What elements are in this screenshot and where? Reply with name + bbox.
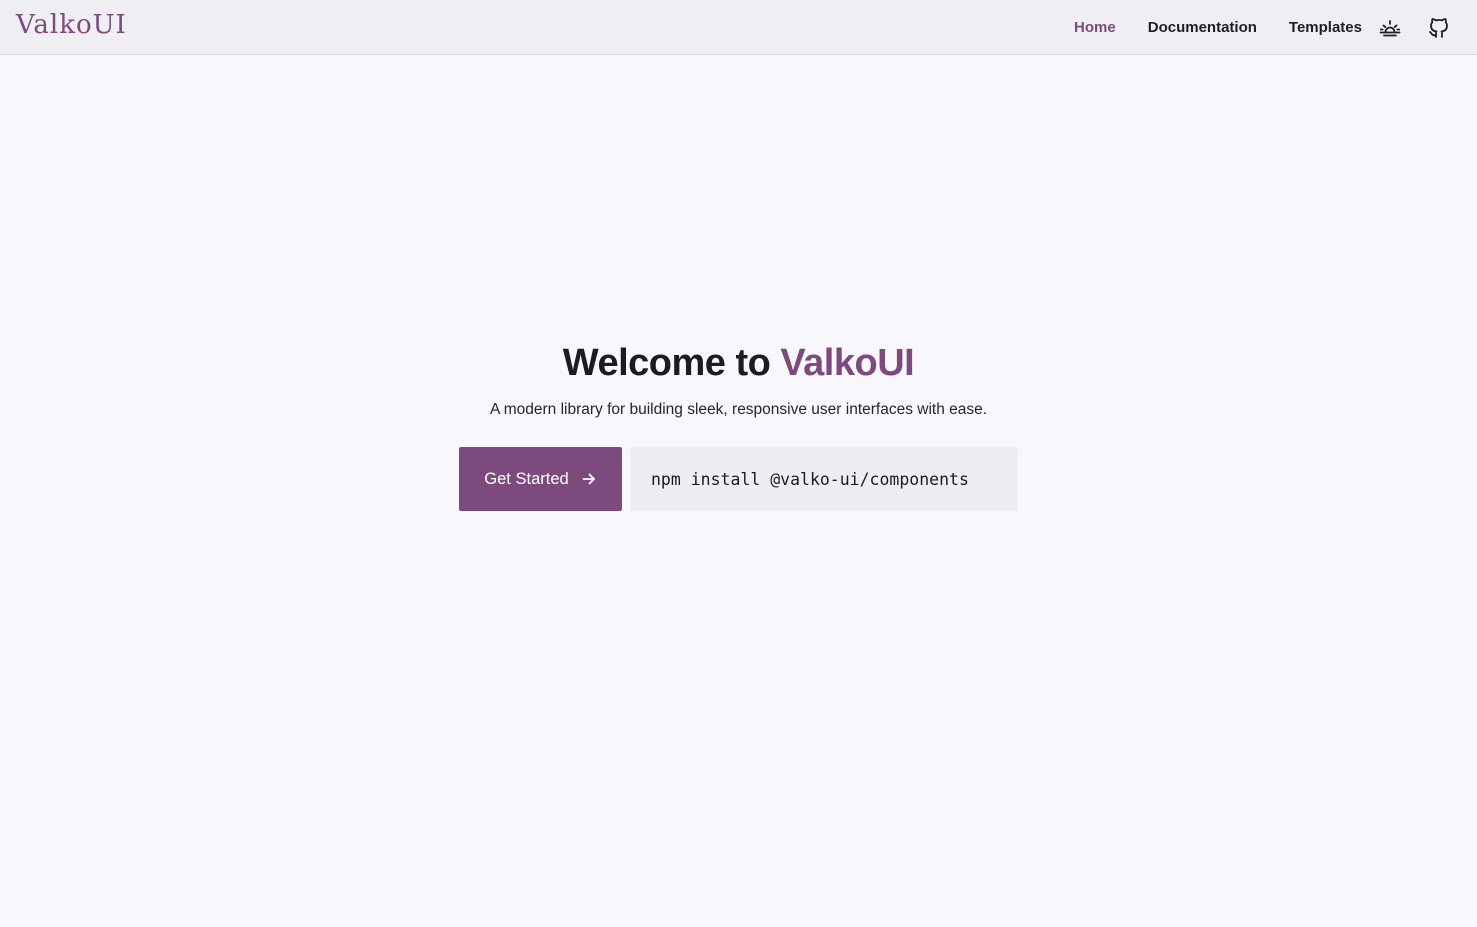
- get-started-label: Get Started: [484, 469, 569, 488]
- install-command-box[interactable]: npm install @valko-ui/components: [630, 447, 1018, 511]
- theme-toggle-button[interactable]: [1374, 12, 1406, 44]
- install-command: npm install @valko-ui/components: [651, 469, 969, 489]
- hero-actions: Get Started npm install @valko-ui/compon…: [459, 447, 1018, 511]
- top-navbar: ValkoUI Home Documentation Templates: [0, 0, 1477, 55]
- github-icon: [1429, 17, 1448, 38]
- arrow-right-icon: [582, 473, 595, 485]
- hero-subtitle: A modern library for building sleek, res…: [489, 401, 988, 418]
- github-link-button[interactable]: [1423, 12, 1455, 44]
- nav-link-documentation[interactable]: Documentation: [1148, 19, 1257, 36]
- hero-title-accent: ValkoUI: [780, 342, 915, 384]
- hero-text: Welcome to ValkoUI A modern library for …: [0, 337, 1477, 421]
- main-nav: Home Documentation Templates: [1074, 0, 1477, 55]
- nav-link-home[interactable]: Home: [1074, 19, 1116, 36]
- hero-title: Welcome to ValkoUI: [0, 337, 1477, 389]
- hero-title-prefix: Welcome to: [562, 342, 771, 384]
- get-started-button[interactable]: Get Started: [459, 447, 622, 511]
- sun-icon: [1379, 19, 1401, 36]
- brand-logo[interactable]: ValkoUI: [16, 10, 127, 40]
- nav-link-templates[interactable]: Templates: [1289, 19, 1362, 36]
